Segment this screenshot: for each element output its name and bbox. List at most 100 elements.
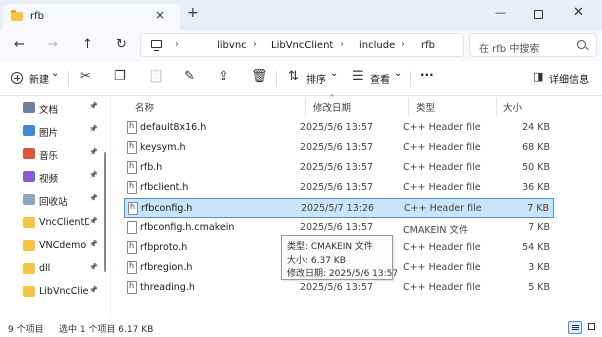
item-count: 9 个项目 [8,325,44,335]
forward-button[interactable]: → [47,37,58,52]
chevron-down-icon[interactable]: ⌄ [330,68,338,79]
sidebar-item[interactable]: 文档 📌 [0,97,104,119]
pin-icon[interactable]: 📌 [89,286,98,294]
file-date: 2025/5/6 13:57 [300,122,374,133]
chevron-down-icon[interactable]: ⌄ [394,68,402,79]
sidebar-item[interactable]: LibVncClient📌 [0,281,104,303]
more-options-icon[interactable]: ··· [420,68,434,82]
sidebar-item[interactable]: 图片 📌 [0,120,104,142]
library-icon [23,125,35,136]
pin-icon[interactable]: 📌 [89,102,98,110]
tooltip-size: 大小: 6.37 KB [287,256,346,266]
sidebar-item[interactable]: 回收站 📌 [0,189,104,211]
pin-icon[interactable]: 📌 [89,194,98,202]
chevron-down-icon[interactable]: ⌄ [51,68,59,79]
folder-icon [23,263,35,274]
file-row[interactable]: threading.h 2025/5/6 13:57 C++ Header file… [124,278,554,298]
column-divider[interactable] [408,98,409,116]
breadcrumb-libvncclient[interactable]: LibVncClient [271,40,333,51]
file-name: threading.h [140,282,195,293]
sidebar-item[interactable]: VNCdemo 📌 [0,235,104,257]
column-header-type[interactable]: 类型 [416,100,435,114]
breadcrumb-include[interactable]: include [359,40,395,51]
search-box[interactable]: 在 rfb 中搜索 [469,33,597,57]
chevron-right-icon[interactable]: › [253,39,257,50]
title-bar: rfb × + — ✕ [0,0,602,30]
sidebar-item[interactable]: VncClientDe📌 [0,212,104,234]
details-view-button[interactable] [568,321,582,334]
minimize-button[interactable]: — [495,6,506,19]
file-type: C++ Header file [404,203,482,214]
sidebar-item[interactable]: 视频 📌 [0,166,104,188]
paste-icon[interactable]: 📋 [148,69,164,84]
file-tooltip: 类型: CMAKEIN 文件 大小: 6.37 KB 修改日期: 2025/5/… [281,235,398,280]
pin-icon[interactable]: 📌 [89,148,98,156]
share-icon[interactable]: ⇪ [218,69,229,84]
cut-icon[interactable]: ✂ [80,69,91,84]
close-window-button[interactable]: ✕ [573,5,584,20]
header-file-icon [127,241,137,254]
tab-close-icon[interactable]: × [155,8,165,22]
file-name: rfbproto.h [140,242,188,253]
chevron-right-icon[interactable]: › [175,39,179,50]
sidebar-scrollbar[interactable] [104,152,106,272]
file-row[interactable]: rfb.h 2025/5/6 13:57 C++ Header file 50 KB [124,158,554,178]
details-button[interactable]: 详细信息 [549,71,589,86]
file-row[interactable]: rfbconfig.h 2025/5/7 13:26 C++ Header file… [124,198,554,218]
header-file-icon [127,121,137,134]
breadcrumb-rfb[interactable]: rfb [421,40,435,51]
file-name: rfbconfig.h [141,203,193,214]
file-type: C++ Header file [403,182,481,193]
maximize-button[interactable] [534,10,543,19]
tab-title: rfb [30,11,44,22]
file-row[interactable]: rfbclient.h 2025/5/6 13:57 C++ Header file… [124,178,554,198]
file-size: 7 KB [527,203,549,214]
sidebar-item[interactable]: 音乐 📌 [0,143,104,165]
sidebar-item-label: dll [39,263,51,274]
view-icon[interactable]: ☰ [352,69,364,84]
search-icon[interactable] [577,40,586,49]
file-name: rfbclient.h [140,182,189,193]
pin-icon[interactable]: 📌 [89,125,98,133]
this-pc-icon[interactable] [151,40,162,51]
back-button[interactable]: ← [14,37,25,52]
new-tab-button[interactable]: + [187,5,199,21]
file-date: 2025/5/7 13:26 [301,203,375,214]
pin-icon[interactable]: 📌 [89,171,98,179]
sidebar-item[interactable]: dll 📌 [0,258,104,280]
column-header-name[interactable]: 名称 [135,100,154,114]
rename-icon[interactable]: ✎ [184,69,195,84]
pin-icon[interactable]: 📌 [89,217,98,225]
tab-rfb[interactable]: rfb × [3,4,180,30]
copy-icon[interactable]: ❐ [114,69,126,84]
column-divider[interactable] [305,98,306,116]
file-size: 7 KB [528,222,550,233]
address-bar[interactable]: › libvnc › LibVncClient › include › rfb [140,33,464,57]
tiles-view-button[interactable] [585,321,599,334]
sidebar-item-label: 文档 [39,105,59,116]
details-pane-icon[interactable]: ◨ [533,70,543,83]
file-row[interactable]: default8x16.h 2025/5/6 13:57 C++ Header fi… [124,118,554,138]
new-icon[interactable] [11,72,23,84]
column-header-date[interactable]: 修改日期 [313,100,351,114]
file-size: 54 KB [522,242,550,253]
up-button[interactable]: ↑ [82,37,93,52]
chevron-right-icon[interactable]: › [340,39,344,50]
file-name: keysym.h [140,142,186,153]
sort-button[interactable]: 排序 [306,71,326,86]
library-icon [23,171,35,182]
pin-icon[interactable]: 📌 [89,240,98,248]
navigation-bar: ← → ↑ ↻ › libvnc › LibVncClient › includ… [0,30,602,61]
pin-icon[interactable]: 📌 [89,263,98,271]
new-button[interactable]: 新建 [29,71,49,86]
breadcrumb-libvnc[interactable]: libvnc [217,40,247,51]
column-divider[interactable] [496,98,497,116]
chevron-right-icon[interactable]: › [401,39,405,50]
column-header-size[interactable]: 大小 [503,100,522,114]
file-list: ^ 名称 修改日期 类型 大小 default8x16.h2025/5/6 13… [111,94,602,318]
file-row[interactable]: keysym.h 2025/5/6 13:57 C++ Header file 68 … [124,138,554,158]
sort-icon[interactable]: ⇅ [288,69,299,84]
refresh-button[interactable]: ↻ [116,37,127,52]
view-button[interactable]: 查看 [370,71,390,86]
delete-icon[interactable]: 🗑 [251,69,268,84]
